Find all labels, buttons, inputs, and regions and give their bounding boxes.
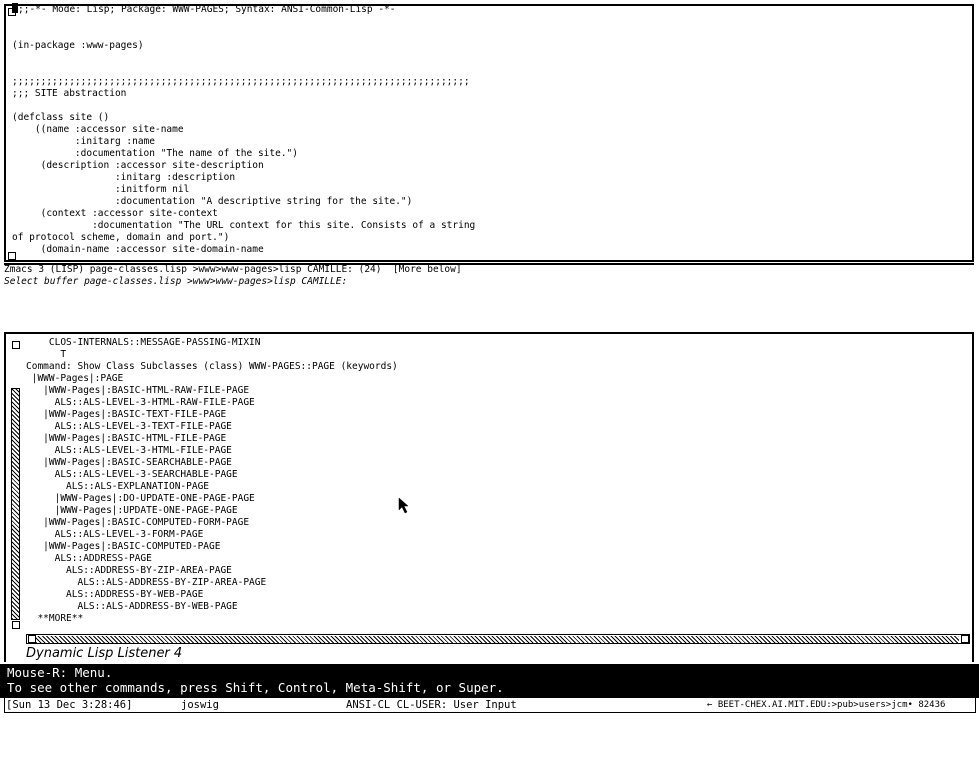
listener-line[interactable]: ALS::ALS-ADDRESS-BY-ZIP-AREA-PAGE (26, 577, 398, 589)
editor-line[interactable]: :documentation "The name of the site.") (12, 148, 475, 160)
editor-line[interactable]: (description :accessor site-description (12, 160, 475, 172)
editor-line[interactable]: (in-package :www-pages) (12, 40, 475, 52)
listener-line[interactable]: ALS::ALS-LEVEL-3-HTML-RAW-FILE-PAGE (26, 397, 398, 409)
editor-line[interactable]: (domain-name :accessor site-domain-name (12, 244, 475, 256)
status-path: ← BEET-CHEX.AI.MIT.EDU:>pub>users>jcm• 8… (707, 700, 946, 710)
editor-line[interactable]: :documentation "The URL context for this… (12, 220, 475, 232)
editor-line[interactable]: ;;-*- Mode: Lisp; Package: WWW-PAGES; Sy… (12, 3, 475, 16)
editor-line[interactable]: ;;;;;;;;;;;;;;;;;;;;;;;;;;;;;;;;;;;;;;;;… (12, 76, 475, 88)
listener-line[interactable]: |WWW-Pages|:DO-UPDATE-ONE-PAGE-PAGE (26, 493, 398, 505)
editor-line[interactable]: :initarg :name (12, 136, 475, 148)
listener-line[interactable]: ALS::ALS-LEVEL-3-FORM-PAGE (26, 529, 398, 541)
listener-line: Command: Show Class Subclasses (class) W… (26, 361, 398, 372)
editor-line[interactable] (12, 52, 475, 64)
status-package: ANSI-CL CL-USER: User Input (346, 699, 517, 711)
editor-line[interactable] (12, 100, 475, 112)
editor-line[interactable]: ;;; SITE abstraction (12, 88, 475, 100)
listener-line[interactable]: |WWW-Pages|:BASIC-COMPUTED-PAGE (26, 541, 398, 553)
hscroll-left-box[interactable] (28, 635, 36, 643)
listener-line[interactable]: ALS::ALS-LEVEL-3-SEARCHABLE-PAGE (26, 469, 398, 481)
listener-line[interactable]: |WWW-Pages|:PAGE (26, 373, 398, 385)
listener-line[interactable]: |WWW-Pages|:UPDATE-ONE-PAGE-PAGE (26, 505, 398, 517)
editor-line[interactable]: :initarg :description (12, 172, 475, 184)
mouse-doc-line-2: To see other commands, press Shift, Cont… (7, 680, 504, 695)
hscroll-right-box[interactable] (961, 635, 969, 643)
listener-line[interactable]: ALS::ADDRESS-BY-ZIP-AREA-PAGE (26, 565, 398, 577)
status-user: joswig (181, 699, 219, 711)
minibuffer-prompt[interactable]: Select buffer page-classes.lisp >www>www… (4, 276, 974, 290)
listener-line[interactable]: |WWW-Pages|:BASIC-HTML-FILE-PAGE (26, 433, 398, 445)
mouse-doc-line-1: Mouse-R: Menu. (7, 665, 113, 680)
mouse-pointer-icon (398, 497, 410, 519)
editor-line[interactable] (12, 28, 475, 40)
listener-line[interactable]: ALS::ADDRESS-BY-WEB-PAGE (26, 589, 398, 601)
status-datetime: [Sun 13 Dec 3:28:46] (6, 699, 133, 711)
mouse-documentation-line: Mouse-R: Menu. To see other commands, pr… (0, 664, 979, 698)
listener-line[interactable]: ALS::ALS-ADDRESS-BY-WEB-PAGE (26, 601, 398, 613)
listener-line: CLOS-INTERNALS::MESSAGE-PASSING-MIXIN (26, 337, 261, 348)
editor-line[interactable]: (defclass site () (12, 112, 475, 124)
listener-line[interactable]: |WWW-Pages|:BASIC-SEARCHABLE-PAGE (26, 457, 398, 469)
editor-line[interactable]: :documentation "A descriptive string for… (12, 196, 475, 208)
listener-line[interactable]: |WWW-Pages|:BASIC-HTML-RAW-FILE-PAGE (26, 385, 398, 397)
listener-line[interactable]: ALS::ADDRESS-PAGE (26, 553, 398, 565)
listener-scroll-bottom-box[interactable] (12, 621, 20, 629)
listener-line[interactable]: ALS::ALS-LEVEL-3-TEXT-FILE-PAGE (26, 421, 398, 433)
editor-text[interactable]: ;;-*- Mode: Lisp; Package: WWW-PAGES; Sy… (12, 3, 475, 256)
editor-line[interactable]: of protocol scheme, domain and port.") (12, 232, 475, 244)
listener-output: CLOS-INTERNALS::MESSAGE-PASSING-MIXIN TC… (26, 337, 398, 625)
editor-line[interactable]: ((name :accessor site-name (12, 124, 475, 136)
listener-line[interactable]: |WWW-Pages|:BASIC-COMPUTED-FORM-PAGE (26, 517, 398, 529)
listener-line[interactable]: **MORE** (26, 613, 398, 625)
listener-vertical-scrollbar[interactable] (11, 388, 20, 620)
editor-line[interactable]: :initform nil (12, 184, 475, 196)
listener-line: T (26, 349, 67, 360)
listener-scroll-top-box[interactable] (12, 341, 20, 349)
listener-pane-label: Dynamic Lisp Listener 4 (26, 646, 183, 661)
editor-line[interactable] (12, 16, 475, 28)
editor-line[interactable]: (context :accessor site-context (12, 208, 475, 220)
status-line: [Sun 13 Dec 3:28:46] joswig ANSI-CL CL-U… (4, 697, 976, 713)
editor-line[interactable] (12, 64, 475, 76)
listener-line[interactable]: ALS::ALS-EXPLANATION-PAGE (26, 481, 398, 493)
horizontal-scrollbar-thumb[interactable] (36, 636, 959, 643)
listener-line[interactable]: |WWW-Pages|:BASIC-TEXT-FILE-PAGE (26, 409, 398, 421)
listener-line[interactable]: ALS::ALS-LEVEL-3-HTML-FILE-PAGE (26, 445, 398, 457)
